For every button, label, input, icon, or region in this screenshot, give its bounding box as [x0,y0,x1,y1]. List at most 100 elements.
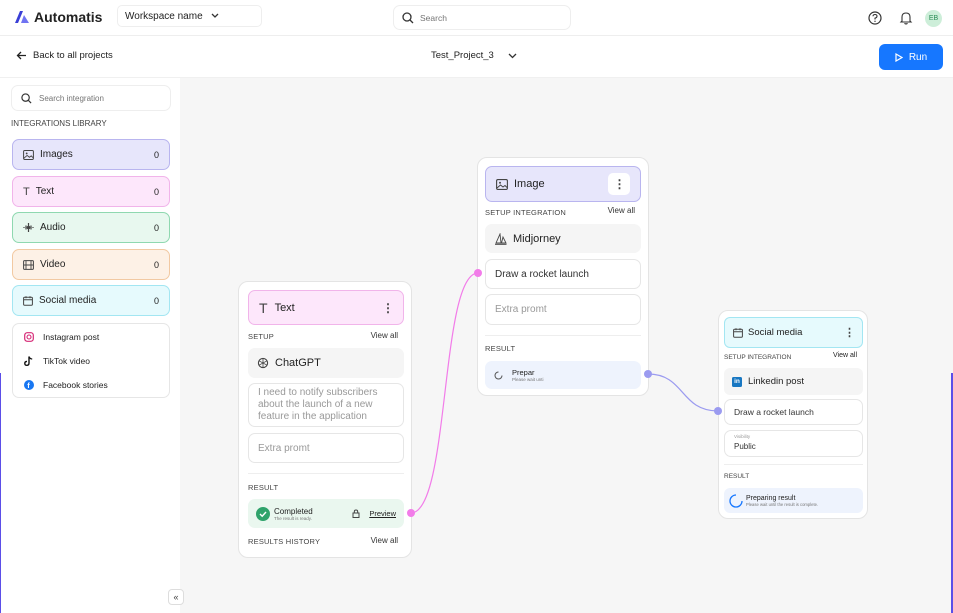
results-history-label: RESULTS HISTORY [248,537,321,546]
result-status: Completed The result is ready. Preview [248,499,404,528]
divider [724,464,863,465]
setup-label: SETUP [248,332,275,341]
result-status-sub: Please wait unti [512,377,544,382]
lock-icon [352,509,360,518]
social-node-header[interactable]: Social media ⋮ [724,317,863,348]
sub-item-facebook[interactable]: f Facebook stories [13,373,169,397]
input-port[interactable] [714,407,722,415]
image-node[interactable]: Image ⋮ SETUP INTEGRATION View all Midjo… [477,157,649,396]
result-label: RESULT [248,483,279,492]
image-node-title: Image [514,178,545,190]
chevrons-left-icon: « [173,592,179,602]
view-all-link[interactable]: View all [608,206,635,215]
library-item-label: Text [35,186,55,197]
setup-label: SETUP INTEGRATION [485,208,567,217]
sub-item-instagram[interactable]: Instagram post [13,325,169,349]
text-icon: T [259,299,268,316]
result-label: RESULT [485,344,516,353]
prompt-field[interactable]: Draw a rocket launch [485,259,641,289]
extra-prompt-field[interactable]: Extra promt [485,294,641,325]
result-status-sub: Please wait until the result is complete… [746,501,819,507]
spinner-icon [494,371,503,379]
history-view-all-link[interactable]: View all [371,536,398,545]
result-status-text: Preparing result [746,494,796,502]
sub-item-label: Instagram post [43,332,100,342]
image-node-header[interactable]: Image ⋮ [485,166,641,202]
output-port[interactable] [407,509,415,517]
library-item-count: 0 [153,186,159,197]
library-item-label: Social media [39,295,97,306]
library-item-label: Audio [40,222,66,233]
library-item-images[interactable]: Images 0 [12,139,170,170]
connector-text-image [410,272,479,514]
result-status: Prepar Please wait unti [485,361,641,389]
audio-icon [23,223,34,232]
result-status: Preparing result Please wait until the r… [724,488,863,513]
more-vertical-icon[interactable]: ⋮ [844,326,855,339]
connector-image-social [647,373,719,412]
provider-name: Midjorney [513,232,561,245]
spinner-icon [729,493,743,508]
library-item-audio[interactable]: Audio 0 [12,212,170,243]
visibility-select[interactable]: Visibility Public [724,430,863,457]
result-status-sub: The result is ready. [274,515,312,521]
library-item-text[interactable]: T Text 0 [12,176,170,207]
calendar-icon [733,327,743,338]
tiktok-icon [23,356,34,367]
social-media-sublist: Instagram post TikTok video f Facebook s… [12,323,170,398]
more-vertical-icon[interactable]: ⋮ [382,301,394,315]
sub-item-tiktok[interactable]: TikTok video [13,349,169,373]
library-item-video[interactable]: Video 0 [12,249,170,280]
preview-link[interactable]: Preview [369,509,396,518]
library-item-label: Images [40,149,73,160]
output-port[interactable] [644,370,652,378]
divider [248,473,404,474]
more-vertical-icon: ⋮ [613,177,626,191]
search-icon [21,92,32,104]
text-node-header[interactable]: T Text ⋮ [248,290,404,325]
provider-name: ChatGPT [275,357,321,369]
text-icon: T [23,185,30,198]
image-icon [23,149,34,160]
text-node-title: Text [274,301,295,314]
video-icon [23,259,34,270]
result-status-text: Completed [274,506,313,516]
facebook-icon: f [23,380,34,391]
input-port[interactable] [474,269,482,277]
midjourney-icon [495,232,507,245]
result-label: RESULT [724,473,750,480]
divider [485,335,641,336]
image-icon [496,178,508,190]
provider-select[interactable]: ChatGPT [248,348,404,378]
calendar-icon [23,295,33,306]
check-circle-icon [256,506,270,521]
provider-select[interactable]: Midjorney [485,224,641,253]
view-all-link[interactable]: View all [371,331,398,340]
provider-name: Linkedin post [748,376,804,387]
view-all-link[interactable]: View all [833,352,857,359]
chatgpt-icon [257,357,269,369]
library-item-social-media[interactable]: Social media 0 [12,285,170,316]
library-item-count: 0 [153,222,159,233]
sub-item-label: TikTok video [43,356,90,366]
library-item-count: 0 [153,149,159,160]
result-status-text: Prepar [512,368,535,377]
prompt-field[interactable]: Draw a rocket launch [724,399,863,425]
collapse-sidebar-button[interactable]: « [168,589,184,605]
setup-label: SETUP INTEGRATION [724,354,792,361]
library-title: INTEGRATIONS LIBRARY [11,119,107,128]
library-item-count: 0 [153,259,159,270]
instagram-icon [23,332,34,343]
social-media-node[interactable]: Social media ⋮ SETUP INTEGRATION View al… [718,310,868,519]
provider-select[interactable]: in Linkedin post [724,368,863,395]
library-item-count: 0 [153,295,159,306]
integration-search[interactable] [11,85,171,111]
extra-prompt-field[interactable]: Extra promt [248,433,404,463]
integration-search-input[interactable] [39,93,159,103]
library-item-label: Video [40,259,66,270]
prompt-field[interactable]: I need to notify subscribers about the l… [248,383,404,427]
text-node[interactable]: T Text ⋮ SETUP View all ChatGPT I need t… [238,281,412,558]
edge-accent [0,373,1,613]
linkedin-icon: in [732,376,742,387]
more-button[interactable]: ⋮ [608,173,630,195]
